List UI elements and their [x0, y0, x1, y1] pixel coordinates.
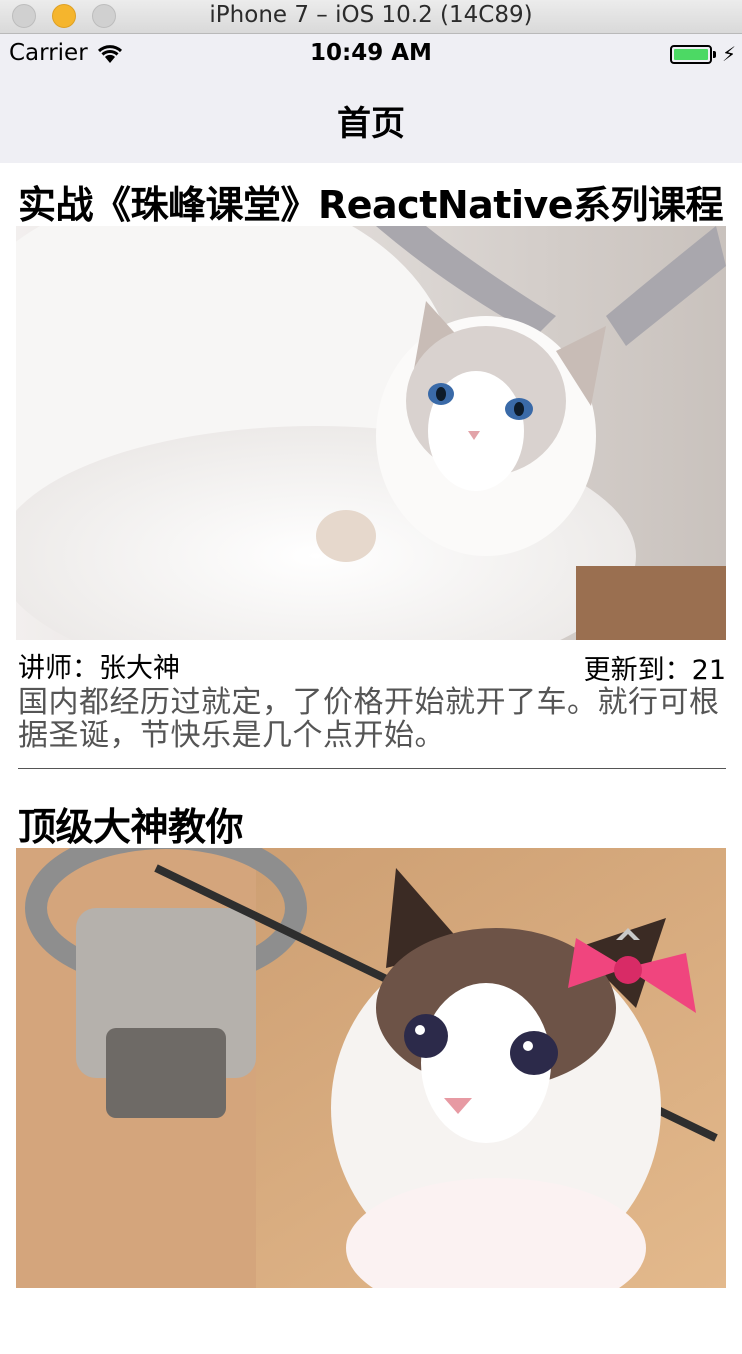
update-count-label: 更新到：21: [583, 655, 726, 686]
charging-bolt-icon: ⚡: [722, 42, 737, 66]
course-meta: 讲师：张大神 更新到：21: [16, 640, 726, 686]
battery-level-fill: [674, 49, 708, 60]
navigation-bar: 首页: [0, 74, 742, 163]
course-title: 实战《珠峰课堂》ReactNative系列课程: [18, 183, 724, 227]
course-list[interactable]: 实战《珠峰课堂》ReactNative系列课程 讲师：张大神 更新到：21 国内…: [16, 163, 726, 1288]
simulator-title: iPhone 7 – iOS 10.2 (14C89): [209, 2, 533, 28]
course-image-cat-with-bow[interactable]: [16, 848, 726, 1288]
page-title: 首页: [337, 104, 405, 144]
battery-tip: [713, 51, 716, 58]
status-time: 10:49 AM: [310, 40, 432, 66]
simulator-window-titlebar: iPhone 7 – iOS 10.2 (14C89): [0, 0, 742, 34]
course-description: 国内都经历过就定，了价格开始就开了车。就行可根据圣诞，节快乐是几个点开始。: [18, 686, 726, 769]
status-bar: Carrier 10:49 AM ⚡: [0, 34, 742, 74]
course-title: 顶级大神教你: [18, 805, 244, 849]
course-card[interactable]: 顶级大神教你: [16, 807, 726, 1288]
teacher-label: 讲师：张大神: [18, 653, 180, 684]
battery-icon: [670, 45, 712, 64]
course-image-white-cat[interactable]: [16, 226, 726, 640]
course-card[interactable]: 实战《珠峰课堂》ReactNative系列课程 讲师：张大神 更新到：21 国内…: [16, 185, 726, 769]
